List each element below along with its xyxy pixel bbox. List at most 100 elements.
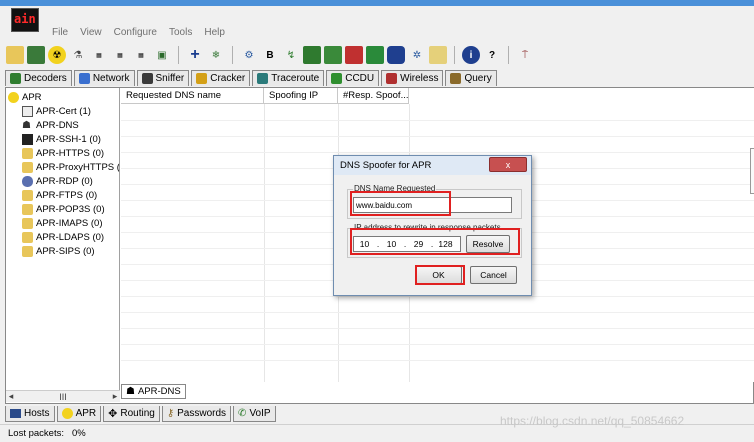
col-resp-spoof[interactable]: #Resp. Spoof...: [338, 88, 409, 104]
disk-icon[interactable]: [387, 46, 405, 64]
tree-item-apr-ssh[interactable]: APR-SSH-1 (0): [22, 132, 101, 146]
tree-item-apr-proxyhttps[interactable]: APR-ProxyHTTPS (0: [22, 160, 120, 174]
lock-icon: [22, 217, 33, 229]
network-card-icon[interactable]: [27, 46, 45, 64]
open-icon[interactable]: [6, 46, 24, 64]
tree-item-apr-dns[interactable]: ☗ APR-DNS: [22, 118, 79, 132]
tree-item-apr-https[interactable]: APR-HTTPS (0): [22, 146, 104, 160]
tree-item-apr-pop3s[interactable]: APR-POP3S (0): [22, 202, 105, 216]
rdp-icon: [22, 175, 33, 187]
app-logo[interactable]: ain: [11, 8, 39, 32]
tree-label: APR-POP3S (0): [36, 203, 105, 215]
b64-icon[interactable]: B: [261, 46, 279, 64]
tree-root-apr[interactable]: APR: [8, 90, 42, 104]
tree-item-apr-cert[interactable]: APR-Cert (1): [22, 104, 91, 118]
cert-icon[interactable]: ▦: [90, 46, 108, 64]
traceroute-icon: [257, 73, 269, 84]
tree-item-apr-ldaps[interactable]: APR-LDAPS (0): [22, 230, 104, 244]
row-divider: [121, 312, 754, 313]
tab-label: Passwords: [177, 408, 227, 419]
tab-voip[interactable]: ✆ VoIP: [233, 406, 276, 422]
tree-item-apr-rdp[interactable]: APR-RDP (0): [22, 174, 93, 188]
tab-wireless[interactable]: Wireless: [381, 70, 444, 86]
exit-icon[interactable]: ⍑: [516, 46, 534, 64]
toolbar-separator: [508, 46, 509, 64]
bottom-tab-strip: Hosts APR ✥ Routing ⚷ Passwords ✆ VoIP: [5, 406, 278, 422]
toolbar-separator: [232, 46, 233, 64]
menu-configure[interactable]: Configure: [114, 27, 157, 41]
cert-icon-3[interactable]: ▦: [132, 46, 150, 64]
cert-icon: [22, 105, 33, 117]
tab-ccdu[interactable]: CCDU: [326, 70, 380, 86]
row-divider: [121, 152, 754, 153]
lan-icon[interactable]: [324, 46, 342, 64]
tab-label: Wireless: [400, 73, 439, 84]
snowflake-icon[interactable]: ❄: [207, 46, 225, 64]
tree-label: APR-FTPS (0): [36, 189, 98, 201]
tree-item-apr-sips[interactable]: APR-SIPS (0): [22, 244, 95, 258]
settings-icon[interactable]: ⚙: [240, 46, 258, 64]
tree-label: APR-DNS: [36, 119, 79, 131]
tab-label: Network: [92, 73, 130, 84]
tab-label: Traceroute: [271, 73, 320, 84]
tab-routing[interactable]: ✥ Routing: [103, 406, 160, 422]
scroll-thumb[interactable]: III: [16, 392, 110, 402]
subtab-label: APR-DNS: [137, 386, 181, 397]
tree-label: APR-SIPS (0): [36, 245, 95, 257]
dns-icon: ☗: [22, 119, 31, 131]
tab-query[interactable]: Query: [445, 70, 497, 86]
subtab-apr-dns[interactable]: ☗ APR-DNS: [121, 384, 186, 399]
tree-item-apr-ftps[interactable]: APR-FTPS (0): [22, 188, 97, 202]
tab-cracker[interactable]: Cracker: [191, 70, 251, 86]
info-icon[interactable]: i: [462, 46, 480, 64]
dns-spoofer-dialog: DNS Spoofer for APR x DNS Name Requested…: [333, 155, 532, 296]
tree-horizontal-scrollbar[interactable]: ◂ III ▸: [6, 390, 120, 402]
tab-label: Decoders: [24, 73, 67, 84]
key-icon[interactable]: [429, 46, 447, 64]
menu-file[interactable]: File: [52, 27, 68, 41]
display-icon[interactable]: ▣: [153, 46, 171, 64]
tree-item-apr-imaps[interactable]: APR-IMAPS (0): [22, 216, 103, 230]
row-divider: [121, 328, 754, 329]
menu-view[interactable]: View: [80, 27, 102, 41]
column-divider: [264, 104, 265, 382]
help-icon[interactable]: ?: [483, 46, 501, 64]
watermark: https://blog.csdn.net/qq_50854662: [500, 414, 685, 428]
radiation-icon[interactable]: ☢: [48, 46, 66, 64]
tab-traceroute[interactable]: Traceroute: [252, 70, 325, 86]
row-divider: [121, 296, 754, 297]
menu-tools[interactable]: Tools: [169, 27, 192, 41]
col-requested-dns-name[interactable]: Requested DNS name: [121, 88, 264, 104]
tab-sniffer[interactable]: Sniffer: [136, 70, 190, 86]
row-divider: [121, 360, 754, 361]
menu-bar: File View Configure Tools Help: [52, 27, 225, 41]
col-spoofing-ip[interactable]: Spoofing IP: [264, 88, 338, 104]
close-icon: x: [505, 159, 511, 170]
plus-icon[interactable]: +: [186, 46, 204, 64]
tab-passwords[interactable]: ⚷ Passwords: [161, 406, 232, 422]
sniffer-icon: [141, 73, 153, 84]
network-icon[interactable]: ✲: [408, 46, 426, 64]
scroll-left-icon[interactable]: ◂: [6, 391, 16, 402]
tab-network[interactable]: Network: [73, 70, 135, 86]
cert-icon-2[interactable]: ▦: [111, 46, 129, 64]
tree-label: APR-SSH-1 (0): [36, 133, 101, 145]
tree-label: APR-RDP (0): [36, 175, 93, 187]
wizard-icon[interactable]: ⚗: [69, 46, 87, 64]
monitor-icon[interactable]: [366, 46, 384, 64]
tab-label: Cracker: [210, 73, 246, 84]
dc-icon[interactable]: [345, 46, 363, 64]
hosts-icon: [10, 409, 21, 418]
tree-label: APR-ProxyHTTPS (0: [36, 161, 120, 173]
tab-decoders[interactable]: Decoders: [5, 70, 72, 86]
menu-help[interactable]: Help: [204, 27, 225, 41]
scroll-right-icon[interactable]: ▸: [110, 391, 120, 402]
cancel-button[interactable]: Cancel: [470, 266, 517, 284]
lock-icon: [22, 231, 33, 243]
tab-hosts[interactable]: Hosts: [5, 406, 55, 422]
route-icon[interactable]: ↯: [282, 46, 300, 64]
tab-apr[interactable]: APR: [56, 406, 102, 422]
ntlm-icon[interactable]: [303, 46, 321, 64]
close-button[interactable]: x: [489, 157, 527, 172]
lock-icon: [22, 189, 33, 201]
